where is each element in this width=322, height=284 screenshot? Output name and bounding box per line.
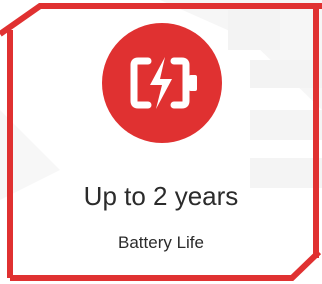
battery-life-label: Battery Life (118, 233, 204, 252)
battery-life-value: Up to 2 years (83, 181, 239, 211)
icon-badge (102, 23, 222, 143)
battery-charging-icon (130, 57, 197, 109)
battery-feature-card: Up to 2 years Battery Life (0, 0, 322, 284)
